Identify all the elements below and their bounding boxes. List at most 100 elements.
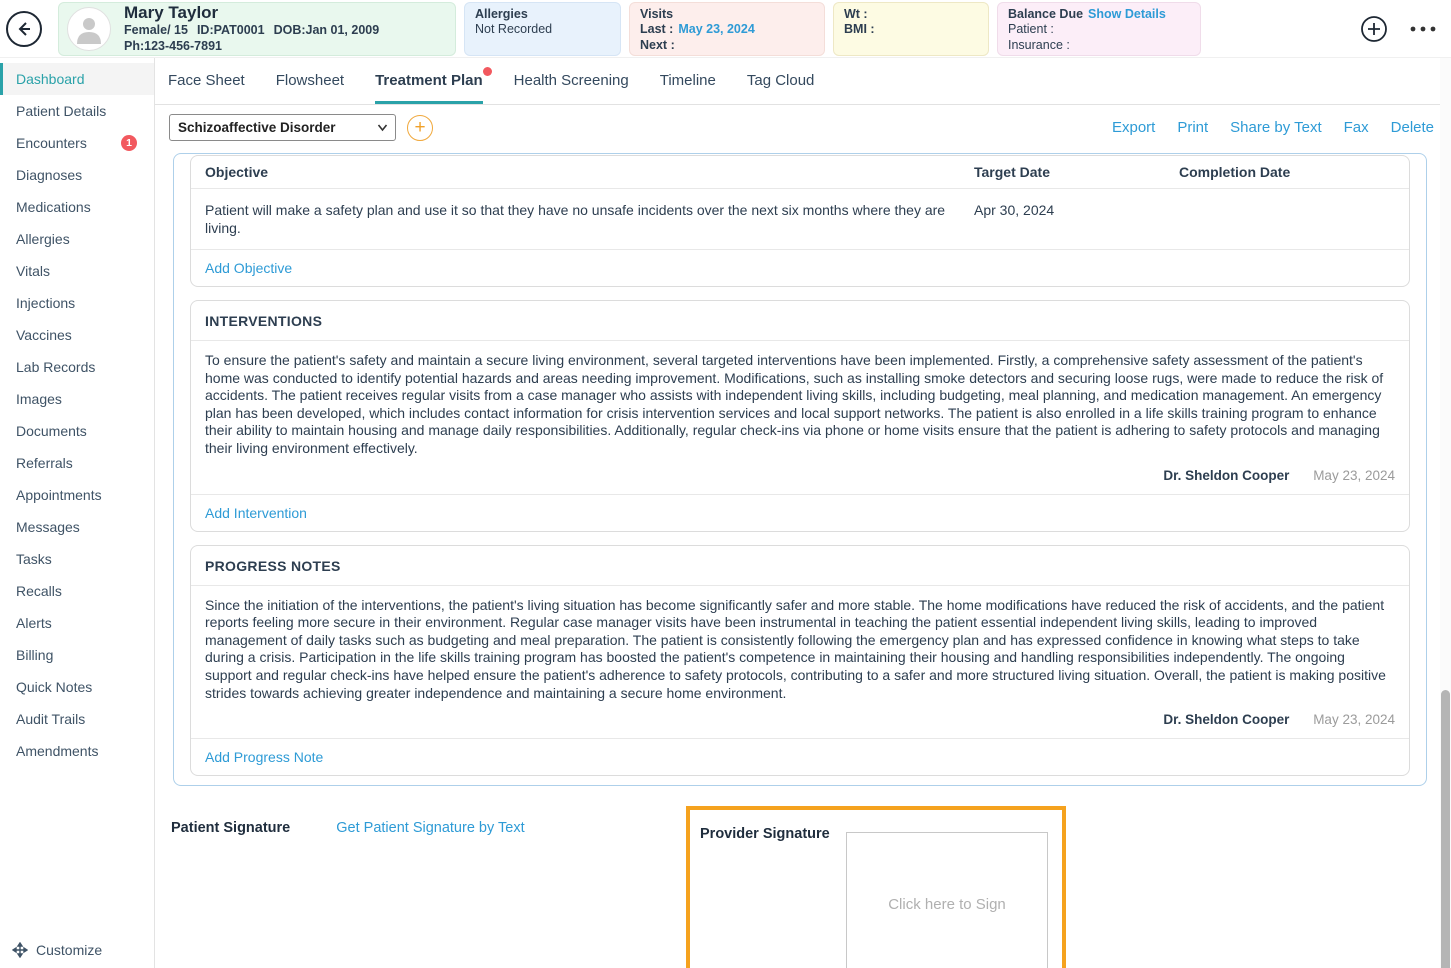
add-treatment-plan-button[interactable]: + — [407, 115, 433, 141]
sidebar-item-medications[interactable]: Medications — [0, 191, 154, 223]
sidebar-item-quick-notes[interactable]: Quick Notes — [0, 671, 154, 703]
progress-notes-byline: Dr. Sheldon Cooper May 23, 2024 — [191, 706, 1409, 738]
sidebar-item-label: Referrals — [16, 455, 73, 471]
allergies-value: Not Recorded — [475, 22, 610, 38]
sidebar-item-label: Appointments — [16, 487, 102, 503]
diagnosis-select[interactable]: Schizoaffective Disorder — [169, 114, 396, 141]
sidebar-item-label: Dashboard — [16, 71, 85, 87]
allergies-title: Allergies — [475, 7, 610, 23]
tab-label: Flowsheet — [276, 72, 344, 89]
back-button[interactable] — [6, 11, 42, 47]
objective-text: Patient will make a safety plan and use … — [205, 201, 974, 237]
sidebar-item-billing[interactable]: Billing — [0, 639, 154, 671]
sidebar-item-audit-trails[interactable]: Audit Trails — [0, 703, 154, 735]
visits-last-label: Last : — [640, 22, 673, 38]
back-arrow-icon — [15, 20, 33, 38]
sidebar-item-label: Injections — [16, 295, 75, 311]
add-objective-link[interactable]: Add Objective — [205, 260, 292, 276]
add-progress-note-link[interactable]: Add Progress Note — [205, 749, 323, 765]
weight-label: Wt : — [844, 7, 978, 23]
balance-title: Balance Due — [1008, 7, 1083, 23]
sidebar-item-recalls[interactable]: Recalls — [0, 575, 154, 607]
notification-dot — [483, 67, 492, 76]
print-link[interactable]: Print — [1177, 119, 1208, 136]
share-by-text-link[interactable]: Share by Text — [1230, 119, 1321, 136]
objective-row[interactable]: Patient will make a safety plan and use … — [191, 189, 1409, 250]
tab-label: Treatment Plan — [375, 72, 483, 89]
sidebar-item-documents[interactable]: Documents — [0, 415, 154, 447]
vitals-summary-box: Wt : BMI : — [833, 2, 989, 56]
delete-link[interactable]: Delete — [1391, 119, 1434, 136]
sidebar-item-label: Billing — [16, 647, 53, 663]
sidebar-item-label: Messages — [16, 519, 80, 535]
objectives-table-header: Objective Target Date Completion Date — [191, 156, 1409, 189]
interventions-author: Dr. Sheldon Cooper — [1163, 468, 1289, 483]
tab-tag-cloud[interactable]: Tag Cloud — [747, 58, 815, 104]
sidebar-item-alerts[interactable]: Alerts — [0, 607, 154, 639]
patient-sex-age: Female/ 15 — [124, 22, 188, 38]
objective-column-header: Objective — [205, 164, 974, 180]
sidebar-item-messages[interactable]: Messages — [0, 511, 154, 543]
sidebar-item-encounters[interactable]: Encounters 1 — [0, 127, 154, 159]
scrollbar-track — [1440, 0, 1451, 968]
patient-header-bar: Mary Taylor Female/ 15 ID:PAT0001 DOB:Ja… — [0, 0, 1451, 58]
sidebar-item-label: Patient Details — [16, 103, 106, 119]
completion-date-column-header: Completion Date — [1179, 164, 1395, 180]
visits-next-label: Next : — [640, 38, 675, 54]
sidebar-item-tasks[interactable]: Tasks — [0, 543, 154, 575]
more-menu-button[interactable] — [1409, 25, 1437, 33]
tab-flowsheet[interactable]: Flowsheet — [276, 58, 344, 104]
sidebar-item-patient-details[interactable]: Patient Details — [0, 95, 154, 127]
tab-label: Face Sheet — [168, 72, 245, 89]
sidebar-item-lab-records[interactable]: Lab Records — [0, 351, 154, 383]
sidebar-item-injections[interactable]: Injections — [0, 287, 154, 319]
sidebar-item-images[interactable]: Images — [0, 383, 154, 415]
tab-label: Timeline — [660, 72, 716, 89]
progress-notes-card: PROGRESS NOTES Since the initiation of t… — [190, 545, 1410, 777]
sidebar-item-referrals[interactable]: Referrals — [0, 447, 154, 479]
sidebar-item-appointments[interactable]: Appointments — [0, 479, 154, 511]
progress-notes-body: Since the initiation of the intervention… — [191, 586, 1409, 707]
provider-signature-pad[interactable]: Click here to Sign — [846, 832, 1048, 968]
sidebar-item-label: Recalls — [16, 583, 62, 599]
sidebar-item-dashboard[interactable]: Dashboard — [0, 63, 154, 95]
sidebar-item-vaccines[interactable]: Vaccines — [0, 319, 154, 351]
sidebar-item-label: Encounters — [16, 135, 87, 151]
main-content: Face Sheet Flowsheet Treatment Plan Heal… — [155, 58, 1451, 968]
get-patient-signature-by-text-link[interactable]: Get Patient Signature by Text — [336, 820, 524, 836]
customize-button[interactable]: Customize — [0, 932, 154, 968]
fax-link[interactable]: Fax — [1344, 119, 1369, 136]
tab-face-sheet[interactable]: Face Sheet — [168, 58, 245, 104]
export-link[interactable]: Export — [1112, 119, 1155, 136]
avatar — [67, 7, 111, 51]
sidebar: Dashboard Patient Details Encounters 1 D… — [0, 58, 155, 968]
tab-health-screening[interactable]: Health Screening — [514, 58, 629, 104]
target-date-column-header: Target Date — [974, 164, 1179, 180]
progress-notes-title: PROGRESS NOTES — [191, 546, 1409, 586]
person-icon — [72, 12, 106, 46]
add-intervention-link[interactable]: Add Intervention — [205, 505, 307, 521]
visits-summary-box: Visits Last : May 23, 2024 Next : — [629, 2, 825, 56]
add-new-button[interactable] — [1360, 15, 1388, 43]
patient-summary-card: Mary Taylor Female/ 15 ID:PAT0001 DOB:Ja… — [58, 2, 456, 56]
sidebar-item-diagnoses[interactable]: Diagnoses — [0, 159, 154, 191]
sidebar-item-label: Quick Notes — [16, 679, 92, 695]
patient-id: ID:PAT0001 — [197, 22, 265, 38]
click-here-to-sign-text: Click here to Sign — [888, 896, 1006, 913]
balance-summary-box: Balance Due Show Details Patient : Insur… — [997, 2, 1201, 56]
scrollbar-thumb[interactable] — [1441, 690, 1450, 968]
sidebar-item-label: Vaccines — [16, 327, 72, 343]
show-details-link[interactable]: Show Details — [1088, 7, 1166, 23]
allergies-summary-box: Allergies Not Recorded — [464, 2, 621, 56]
tab-treatment-plan[interactable]: Treatment Plan — [375, 58, 483, 104]
sidebar-item-allergies[interactable]: Allergies — [0, 223, 154, 255]
sidebar-item-amendments[interactable]: Amendments — [0, 735, 154, 767]
patient-dob: DOB:Jan 01, 2009 — [274, 22, 380, 38]
patient-name: Mary Taylor — [124, 3, 379, 22]
tab-label: Health Screening — [514, 72, 629, 89]
tab-timeline[interactable]: Timeline — [660, 58, 716, 104]
sidebar-item-label: Amendments — [16, 743, 98, 759]
visits-last-date-link[interactable]: May 23, 2024 — [678, 22, 754, 38]
tab-bar: Face Sheet Flowsheet Treatment Plan Heal… — [155, 58, 1451, 105]
sidebar-item-vitals[interactable]: Vitals — [0, 255, 154, 287]
